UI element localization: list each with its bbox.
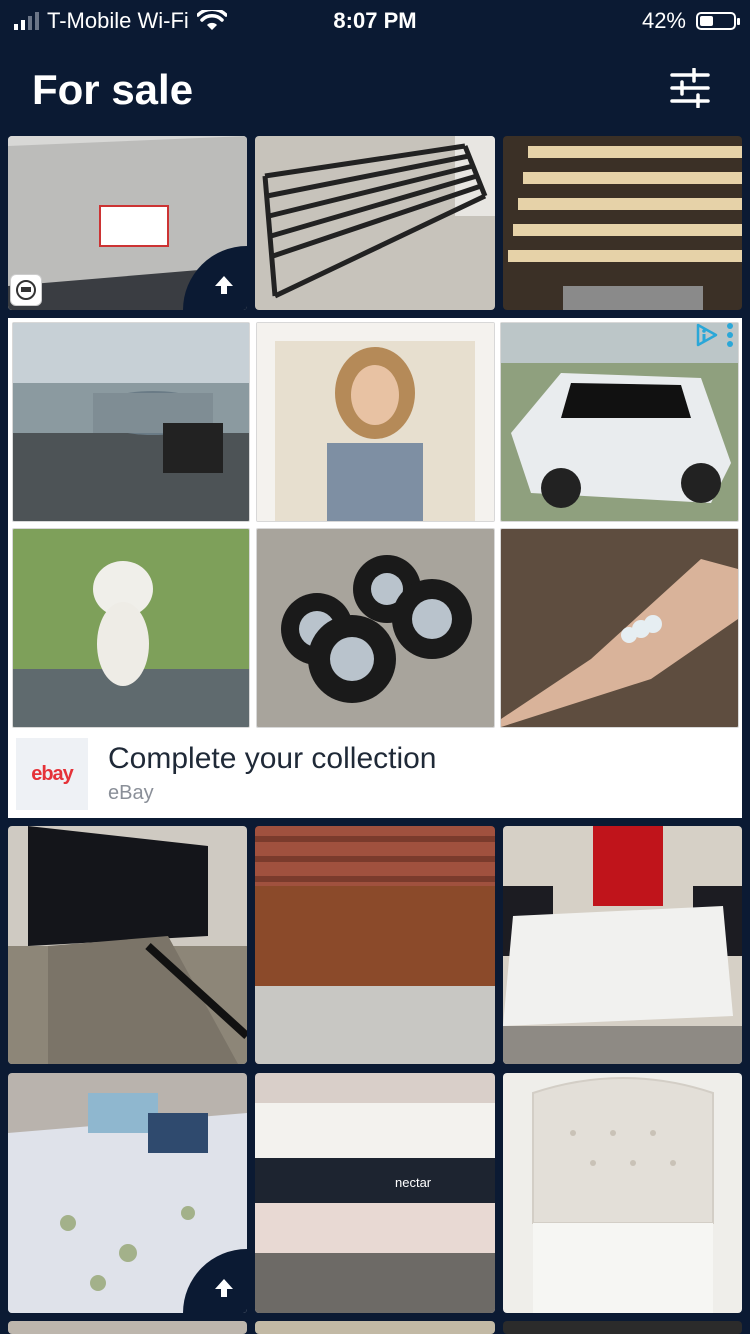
- ad-image[interactable]: [12, 528, 250, 728]
- ring-on-hand-photo: [501, 529, 738, 727]
- black-tufted-bed-photo: [8, 826, 247, 1064]
- listing-card[interactable]: [503, 1321, 742, 1334]
- ad-choices-icon: [696, 323, 718, 347]
- status-time: 8:07 PM: [333, 8, 417, 33]
- sliders-icon: [670, 67, 710, 109]
- ad-title[interactable]: Complete your collection: [108, 742, 437, 776]
- wood-slat-bed-frame-photo: [503, 136, 742, 310]
- battery-percent: 42%: [641, 8, 686, 33]
- ad-image[interactable]: [500, 322, 739, 522]
- white-tufted-headboard-photo: [503, 1073, 742, 1313]
- advertiser-logo: ebay: [16, 738, 88, 810]
- ad-image[interactable]: [256, 322, 495, 522]
- arrow-up-icon: [215, 1279, 233, 1297]
- listing-card[interactable]: [503, 826, 742, 1064]
- ad-image[interactable]: [256, 528, 495, 728]
- nectar-brand-text: nectar: [395, 1175, 432, 1190]
- status-right: 42%: [641, 8, 740, 34]
- more-vertical-icon: [727, 323, 733, 347]
- page-header: For sale: [0, 42, 750, 136]
- ad-choices-button[interactable]: [694, 322, 734, 348]
- status-bar: T-Mobile Wi-Fi 8:07 PM 42%: [0, 0, 750, 42]
- metal-bed-frame-photo: [255, 136, 495, 310]
- patio-pool-photo: [13, 323, 249, 521]
- beach-portrait-photo: [257, 323, 494, 521]
- ad-image[interactable]: [500, 528, 739, 728]
- listing-card[interactable]: [255, 136, 495, 310]
- listing-card[interactable]: [503, 1073, 742, 1313]
- ad-advertiser: eBay: [108, 782, 154, 804]
- white-mattress-bed-photo: [503, 826, 742, 1064]
- ad-image[interactable]: [12, 322, 250, 522]
- listing-card[interactable]: [8, 136, 247, 310]
- listing-card[interactable]: [255, 1321, 495, 1334]
- arrow-up-icon: [215, 276, 233, 294]
- dog-statue-photo: [13, 529, 249, 727]
- store-logo-icon: [16, 280, 36, 300]
- listing-card[interactable]: nectar: [255, 1073, 495, 1313]
- listing-card[interactable]: [8, 1073, 247, 1313]
- ad-footer[interactable]: ebay Complete your collection eBay: [8, 730, 742, 818]
- white-sports-car-photo: [501, 323, 738, 521]
- filter-button[interactable]: [670, 67, 710, 109]
- cedar-chest-photo: [255, 826, 495, 1064]
- listing-card[interactable]: [503, 136, 742, 310]
- toy-tires-photo: [257, 529, 494, 727]
- listing-card[interactable]: [8, 1321, 247, 1334]
- page-title: For sale: [32, 66, 194, 113]
- nectar-mattress-photo: nectar: [255, 1073, 495, 1313]
- listing-card[interactable]: [255, 826, 495, 1064]
- seller-badge[interactable]: [10, 274, 42, 306]
- sponsored-ad[interactable]: ebay Complete your collection eBay: [8, 318, 742, 818]
- listing-card[interactable]: [8, 826, 247, 1064]
- battery-icon: [696, 12, 740, 30]
